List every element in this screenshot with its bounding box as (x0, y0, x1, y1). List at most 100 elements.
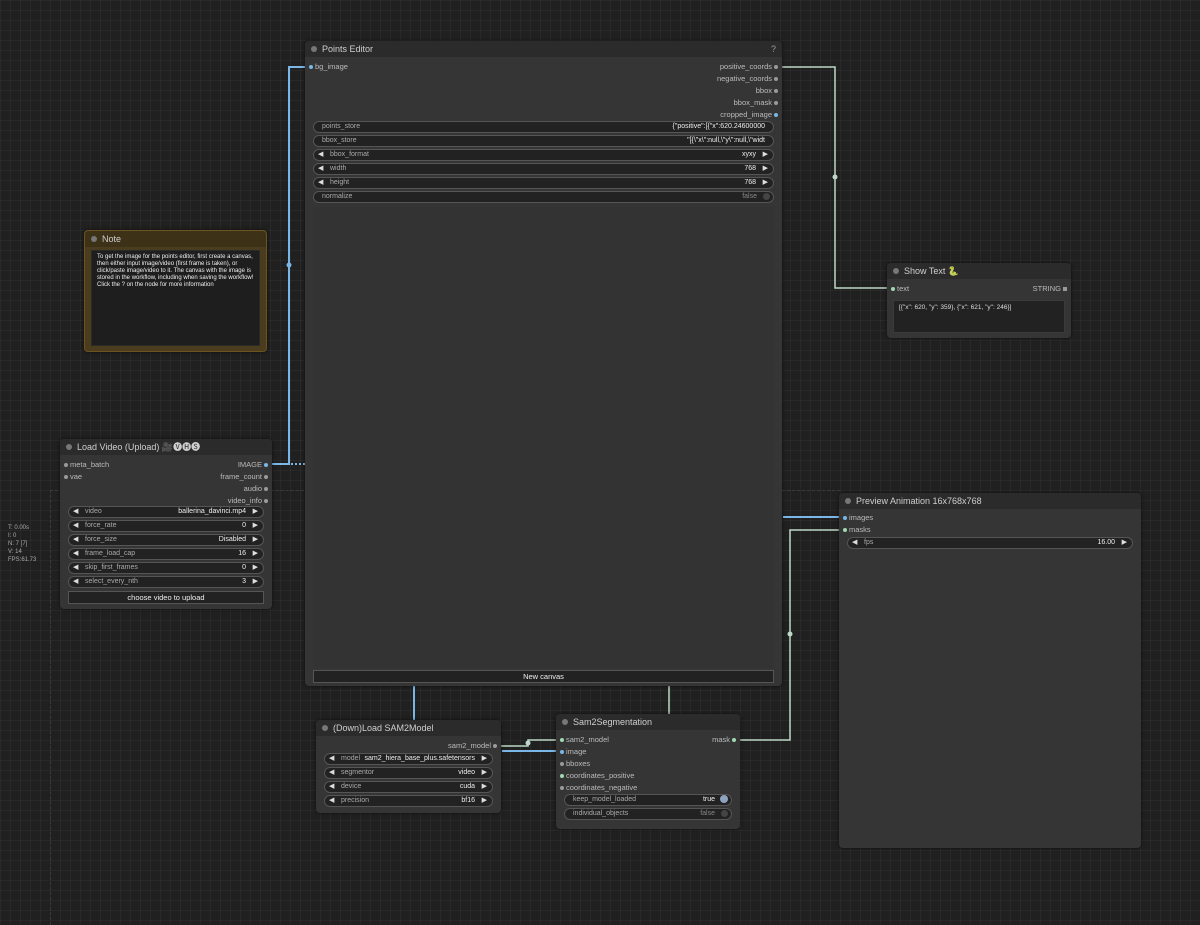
toggle-knob-icon[interactable] (763, 193, 770, 200)
bbox-store-field[interactable]: bbox_store "[{\"x\":null,\"y\":null,\"wi… (313, 135, 774, 147)
arrow-right-icon[interactable]: ▶ (253, 577, 258, 587)
collapse-dot-icon[interactable] (311, 46, 317, 52)
arrow-right-icon[interactable]: ▶ (482, 796, 487, 806)
collapse-dot-icon[interactable] (66, 444, 72, 450)
arrow-right-icon[interactable]: ▶ (253, 521, 258, 531)
arrow-right-icon[interactable]: ▶ (482, 754, 487, 764)
points-store-field[interactable]: points_store {"positive":[{"x":620.24600… (313, 121, 774, 133)
arrow-right-icon[interactable]: ▶ (763, 178, 768, 188)
show-text-content[interactable]: [{"x": 620, "y": 359}, {"x": 621, "y": 2… (893, 300, 1065, 333)
arrow-left-icon[interactable]: ◀ (73, 549, 78, 559)
collapse-dot-icon[interactable] (91, 236, 97, 242)
sam2-segmentation-node[interactable]: Sam2Segmentation sam2_model mask image b… (556, 714, 740, 829)
input-slot-dot[interactable] (64, 463, 68, 467)
output-slot-dot[interactable] (493, 744, 497, 748)
show-text-title-bar[interactable]: Show Text 🐍 (887, 263, 1071, 279)
arrow-left-icon[interactable]: ◀ (329, 782, 334, 792)
force-rate-number[interactable]: ◀ force_rate 0 ▶ (68, 520, 264, 532)
height-number[interactable]: ◀ height 768 ▶ (313, 177, 774, 189)
device-combo[interactable]: ◀ device cuda ▶ (324, 781, 493, 793)
collapse-dot-icon[interactable] (322, 725, 328, 731)
fps-number[interactable]: ◀ fps 16.00 ▶ (847, 537, 1133, 549)
output-slot-dot[interactable] (774, 113, 778, 117)
note-text[interactable]: To get the image for the points editor, … (91, 250, 260, 346)
arrow-left-icon[interactable]: ◀ (73, 535, 78, 545)
input-slot-dot[interactable] (560, 786, 564, 790)
output-slot-dot[interactable] (774, 65, 778, 69)
output-slot-dot[interactable] (774, 89, 778, 93)
normalize-toggle[interactable]: normalize false (313, 191, 774, 203)
arrow-right-icon[interactable]: ▶ (253, 549, 258, 559)
load-video-title-bar[interactable]: Load Video (Upload) 🎥🅥🅗🅢 (60, 439, 272, 455)
arrow-right-icon[interactable]: ▶ (253, 535, 258, 545)
frame-load-cap-number[interactable]: ◀ frame_load_cap 16 ▶ (68, 548, 264, 560)
arrow-right-icon[interactable]: ▶ (763, 164, 768, 174)
individual-objects-toggle[interactable]: individual_objects false (564, 808, 732, 820)
output-slot-dot[interactable] (732, 738, 736, 742)
precision-combo[interactable]: ◀ precision bf16 ▶ (324, 795, 493, 807)
output-slot-dot[interactable] (774, 77, 778, 81)
arrow-left-icon[interactable]: ◀ (318, 178, 323, 188)
points-editor-node[interactable]: Points Editor ? bg_image positive_coords… (305, 41, 782, 686)
output-slot-dot[interactable] (774, 101, 778, 105)
new-canvas-button[interactable]: New canvas (313, 670, 774, 683)
arrow-left-icon[interactable]: ◀ (318, 164, 323, 174)
input-slot-dot[interactable] (560, 750, 564, 754)
input-slot-dot[interactable] (891, 287, 895, 291)
points-editor-title-bar[interactable]: Points Editor ? (305, 41, 782, 57)
note-node[interactable]: Note To get the image for the points edi… (84, 230, 267, 352)
show-text-node[interactable]: Show Text 🐍 text STRING [{"x": 620, "y":… (887, 263, 1071, 338)
bbox-format-combo[interactable]: ◀ bbox_format xyxy ▶ (313, 149, 774, 161)
arrow-left-icon[interactable]: ◀ (329, 754, 334, 764)
arrow-left-icon[interactable]: ◀ (329, 768, 334, 778)
collapse-dot-icon[interactable] (562, 719, 568, 725)
arrow-right-icon[interactable]: ▶ (482, 768, 487, 778)
force-size-combo[interactable]: ◀ force_size Disabled ▶ (68, 534, 264, 546)
segmentation-title-bar[interactable]: Sam2Segmentation (556, 714, 740, 730)
preview-title-bar[interactable]: Preview Animation 16x768x768 (839, 493, 1141, 509)
note-title-bar[interactable]: Note (85, 231, 266, 247)
input-slot-dot[interactable] (560, 762, 564, 766)
select-every-nth-number[interactable]: ◀ select_every_nth 3 ▶ (68, 576, 264, 588)
width-number[interactable]: ◀ width 768 ▶ (313, 163, 774, 175)
preview-animation-node[interactable]: Preview Animation 16x768x768 images mask… (839, 493, 1141, 848)
toggle-knob-icon[interactable] (721, 810, 728, 817)
input-slot-dot[interactable] (64, 475, 68, 479)
output-slot-dot[interactable] (1063, 287, 1067, 291)
input-slot-dot[interactable] (560, 738, 564, 742)
arrow-left-icon[interactable]: ◀ (73, 521, 78, 531)
collapse-dot-icon[interactable] (845, 498, 851, 504)
video-combo[interactable]: ◀ video ballerina_davinci.mp4 ▶ (68, 506, 264, 518)
arrow-left-icon[interactable]: ◀ (852, 538, 857, 548)
arrow-right-icon[interactable]: ▶ (763, 150, 768, 160)
arrow-right-icon[interactable]: ▶ (482, 782, 487, 792)
help-icon[interactable]: ? (771, 41, 776, 57)
collapse-dot-icon[interactable] (893, 268, 899, 274)
output-slot-dot[interactable] (264, 475, 268, 479)
arrow-left-icon[interactable]: ◀ (329, 796, 334, 806)
keep-model-loaded-toggle[interactable]: keep_model_loaded true (564, 794, 732, 806)
arrow-left-icon[interactable]: ◀ (73, 507, 78, 517)
input-slot-dot[interactable] (560, 774, 564, 778)
upload-video-button[interactable]: choose video to upload (68, 591, 264, 604)
arrow-right-icon[interactable]: ▶ (253, 563, 258, 573)
output-slot-dot[interactable] (264, 499, 268, 503)
arrow-left-icon[interactable]: ◀ (318, 150, 323, 160)
toggle-knob-icon[interactable] (720, 795, 728, 803)
load-video-node[interactable]: Load Video (Upload) 🎥🅥🅗🅢 meta_batch IMAG… (60, 439, 272, 609)
input-slot-dot[interactable] (843, 528, 847, 532)
segmentor-combo[interactable]: ◀ segmentor video ▶ (324, 767, 493, 779)
output-slot-dot[interactable] (264, 463, 268, 467)
input-slot-dot[interactable] (843, 516, 847, 520)
input-slot-dot[interactable] (309, 65, 313, 69)
output-slot-dot[interactable] (264, 487, 268, 491)
skip-first-frames-number[interactable]: ◀ skip_first_frames 0 ▶ (68, 562, 264, 574)
points-canvas[interactable] (313, 207, 774, 668)
arrow-right-icon[interactable]: ▶ (1122, 538, 1127, 548)
arrow-right-icon[interactable]: ▶ (253, 507, 258, 517)
arrow-left-icon[interactable]: ◀ (73, 577, 78, 587)
arrow-left-icon[interactable]: ◀ (73, 563, 78, 573)
load-sam2-model-node[interactable]: (Down)Load SAM2Model sam2_model ◀ model … (316, 720, 501, 813)
sam-model-title-bar[interactable]: (Down)Load SAM2Model (316, 720, 501, 736)
model-combo[interactable]: ◀ model sam2_hiera_base_plus.safetensors… (324, 753, 493, 765)
